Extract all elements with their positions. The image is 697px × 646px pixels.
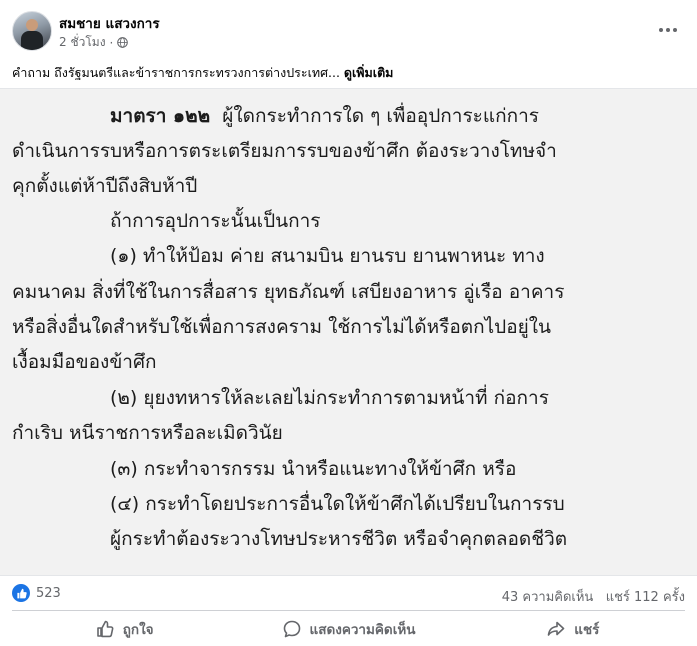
more-icon bbox=[659, 28, 663, 32]
divider bbox=[12, 610, 685, 611]
like-label: ถูกใจ bbox=[122, 622, 154, 638]
share-icon bbox=[547, 621, 565, 636]
law-line-1-text: ผู้ใดกระทำการใด ๆ เพื่ออุปการะแก่การ bbox=[222, 105, 539, 127]
law-line-7: หรือสิ่งอื่นใดสำหรับใช้เพื่อการสงคราม ใช… bbox=[12, 316, 552, 338]
like-icon bbox=[96, 620, 114, 638]
law-line-12: (๔) กระทำโดยประการอื่นใดให้ข้าศึกได้เปรี… bbox=[110, 493, 565, 515]
post-header: สมชาย แสวงการ 2 ชั่วโมง · bbox=[0, 0, 697, 60]
comment-icon bbox=[283, 620, 300, 638]
comment-count[interactable]: 43 ความคิดเห็น bbox=[502, 590, 594, 605]
law-line-3: คุกตั้งแต่ห้าปีถึงสิบห้าปี bbox=[12, 175, 198, 197]
comment-button[interactable]: แสดงความคิดเห็น bbox=[236, 613, 460, 645]
post-card: สมชาย แสวงการ 2 ชั่วโมง · คำถาม ถึงรัฐมน… bbox=[0, 0, 697, 646]
more-options-button[interactable] bbox=[650, 16, 686, 44]
comment-label: แสดงความคิดเห็น bbox=[309, 622, 416, 638]
caption-text: คำถาม ถึงรัฐมนตรีและข้าราชการกระทรวงการต… bbox=[12, 65, 340, 80]
reaction-stats: 523 43 ความคิดเห็น แชร์ 112 ครั้ง bbox=[0, 580, 697, 608]
post-time[interactable]: 2 ชั่วโมง bbox=[59, 33, 106, 52]
action-bar: ถูกใจ แสดงความคิดเห็น แชร์ bbox=[12, 613, 685, 645]
share-count[interactable]: แชร์ 112 ครั้ง bbox=[606, 590, 685, 605]
law-line-5: (๑) ทำให้ป้อม ค่าย สนามบิน ยานรบ ยานพาหน… bbox=[110, 245, 545, 267]
avatar[interactable] bbox=[12, 11, 52, 51]
share-button[interactable]: แชร์ bbox=[461, 613, 685, 645]
law-line-10: กำเริบ หนีราชการหรือละเมิดวินัย bbox=[12, 422, 283, 444]
like-count[interactable]: 523 bbox=[36, 586, 61, 601]
post-caption: คำถาม ถึงรัฐมนตรีและข้าราชการกระทรวงการต… bbox=[12, 63, 393, 83]
like-button[interactable]: ถูกใจ bbox=[12, 613, 236, 645]
law-line-4: ถ้าการอุปการะนั้นเป็นการ bbox=[110, 210, 321, 232]
law-line-13: ผู้กระทำต้องระวางโทษประหารชีวิต หรือจำคุ… bbox=[110, 528, 568, 550]
post-meta: 2 ชั่วโมง · bbox=[59, 33, 129, 52]
law-line-8: เงื้อมมือของข้าศึก bbox=[12, 351, 157, 373]
law-line-9: (๒) ยุยงทหารให้ละเลยไม่กระทำการตามหน้าที… bbox=[110, 387, 549, 409]
post-image[interactable]: มาตรา ๑๒๒ ผู้ใดกระทำการใด ๆ เพื่ออุปการะ… bbox=[0, 88, 697, 576]
author-name[interactable]: สมชาย แสวงการ bbox=[59, 12, 160, 34]
share-label: แชร์ bbox=[574, 622, 600, 638]
law-line-1: มาตรา ๑๒๒ ผู้ใดกระทำการใด ๆ เพื่ออุปการะ… bbox=[110, 107, 539, 126]
law-line-2: ดำเนินการรบหรือการตระเตรียมการรบของข้าศึ… bbox=[12, 140, 557, 162]
law-line-6: คมนาคม สิ่งที่ใช้ในการสื่อสาร ยุทธภัณฑ์ … bbox=[12, 281, 565, 303]
section-number: มาตรา ๑๒๒ bbox=[110, 105, 211, 127]
comment-share-counts: 43 ความคิดเห็น แชร์ 112 ครั้ง bbox=[502, 586, 685, 607]
globe-icon bbox=[117, 37, 129, 48]
like-badge-icon[interactable] bbox=[12, 584, 30, 602]
meta-separator: · bbox=[109, 35, 114, 50]
law-line-11: (๓) กระทำจารกรรม นำหรือแนะทางให้ข้าศึก ห… bbox=[110, 458, 517, 480]
see-more-link[interactable]: ดูเพิ่มเติม bbox=[344, 65, 394, 80]
